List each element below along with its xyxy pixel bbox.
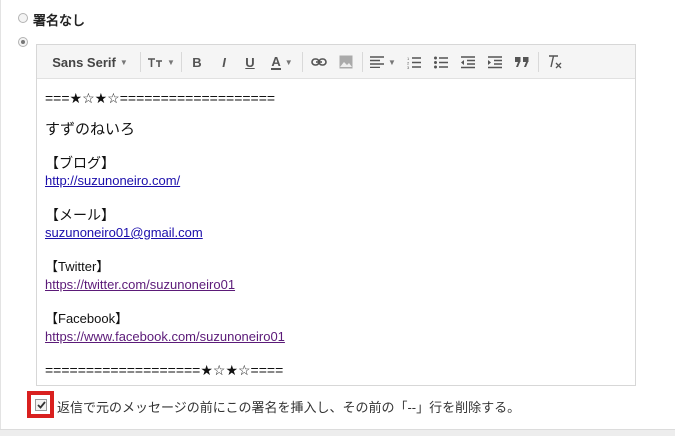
bottom-border-line: ===================★☆★☆==== bbox=[45, 362, 284, 378]
font-size-icon bbox=[147, 56, 163, 68]
blog-heading: 【ブログ】 bbox=[45, 155, 115, 171]
bold-button[interactable]: B bbox=[187, 50, 207, 74]
image-icon bbox=[339, 55, 353, 69]
link-icon bbox=[311, 57, 327, 67]
twitter-heading: 【Twitter】 bbox=[45, 259, 110, 274]
insert-before-quote-label: 返信で元のメッセージの前にこの署名を挿入し、その前の「--」行を削除する。 bbox=[57, 400, 521, 415]
mail-link[interactable]: suzunoneiro01@gmail.com bbox=[45, 224, 203, 242]
toolbar-divider bbox=[181, 52, 182, 72]
underline-icon: U bbox=[245, 54, 255, 70]
custom-signature-radio[interactable] bbox=[18, 37, 28, 47]
chevron-down-icon: ▼ bbox=[167, 57, 175, 67]
blog-link[interactable]: http://suzunoneiro.com/ bbox=[45, 172, 180, 190]
svg-text:3: 3 bbox=[407, 65, 410, 69]
align-button[interactable]: ▼ bbox=[368, 50, 398, 74]
indent-more-icon bbox=[488, 55, 502, 69]
twitter-link[interactable]: https://twitter.com/suzunoneiro01 bbox=[45, 276, 235, 294]
signature-editor[interactable]: Sans Serif ▼ ▼ B I U A ▼ ▼ 1 2 3 ===★☆★☆… bbox=[36, 44, 636, 386]
indent-more-button[interactable] bbox=[484, 50, 506, 74]
font-family-select[interactable]: Sans Serif ▼ bbox=[45, 50, 135, 74]
quote-button[interactable] bbox=[511, 50, 533, 74]
quote-icon bbox=[515, 57, 529, 67]
toolbar-divider bbox=[140, 52, 141, 72]
italic-button[interactable]: I bbox=[214, 50, 234, 74]
font-size-button[interactable]: ▼ bbox=[145, 50, 177, 74]
remove-formatting-button[interactable] bbox=[544, 50, 566, 74]
signature-name: すずのねいろ bbox=[45, 121, 136, 138]
text-color-icon: A bbox=[271, 53, 281, 70]
bulleted-list-button[interactable] bbox=[430, 50, 452, 74]
chevron-down-icon: ▼ bbox=[284, 57, 293, 67]
indent-less-button[interactable] bbox=[457, 50, 479, 74]
mail-heading: 【メール】 bbox=[45, 207, 115, 223]
align-icon bbox=[370, 56, 385, 68]
numbered-list-icon: 123 bbox=[407, 56, 421, 69]
remove-formatting-icon bbox=[548, 55, 562, 69]
chevron-down-icon: ▼ bbox=[388, 57, 396, 67]
toolbar-divider bbox=[302, 52, 303, 72]
underline-button[interactable]: U bbox=[240, 50, 260, 74]
toolbar-divider bbox=[538, 52, 539, 72]
no-signature-label: 署名なし bbox=[33, 13, 86, 28]
no-signature-radio[interactable] bbox=[18, 13, 28, 23]
left-border bbox=[0, 0, 1, 435]
font-family-label: Sans Serif bbox=[52, 54, 116, 70]
insert-image-button[interactable] bbox=[335, 50, 357, 74]
numbered-list-button[interactable]: 123 bbox=[403, 50, 425, 74]
toolbar-divider bbox=[362, 52, 363, 72]
chevron-down-icon: ▼ bbox=[119, 57, 128, 67]
facebook-heading: 【Facebook】 bbox=[45, 311, 129, 326]
facebook-link[interactable]: https://www.facebook.com/suzunoneiro01 bbox=[45, 328, 285, 346]
bulleted-list-icon bbox=[434, 56, 448, 69]
checkmark-icon bbox=[36, 396, 46, 414]
top-border-line: ===★☆★☆=================== bbox=[45, 90, 276, 106]
formatting-toolbar: Sans Serif ▼ ▼ B I U A ▼ ▼ 1 2 3 bbox=[37, 45, 635, 79]
insert-before-quote-checkbox[interactable] bbox=[35, 399, 47, 411]
italic-icon: I bbox=[222, 54, 226, 70]
text-color-button[interactable]: A ▼ bbox=[266, 50, 298, 74]
insert-link-button[interactable] bbox=[308, 50, 330, 74]
bold-icon: B bbox=[192, 54, 202, 70]
indent-less-icon bbox=[461, 55, 475, 69]
